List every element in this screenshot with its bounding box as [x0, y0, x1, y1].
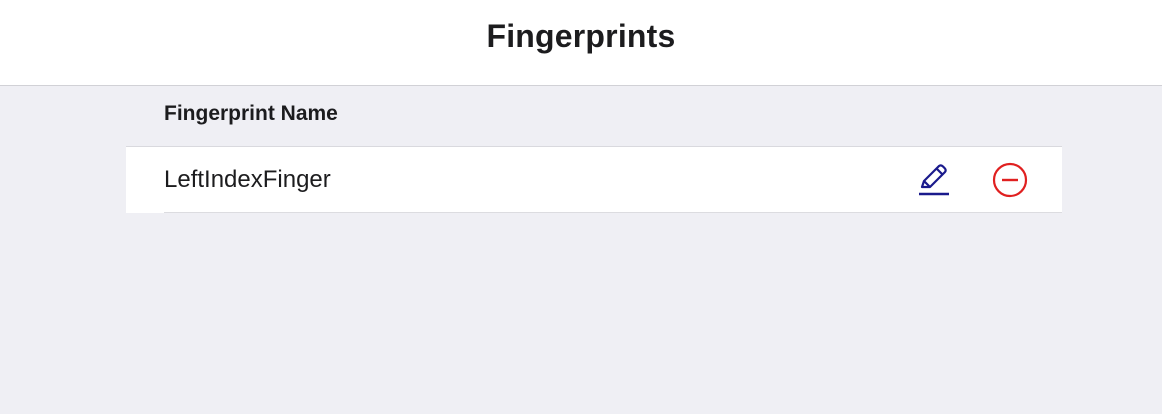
section-header: Fingerprint Name — [164, 102, 338, 125]
content-area — [0, 86, 1162, 414]
delete-button[interactable] — [990, 160, 1030, 200]
page-title: Fingerprints — [486, 18, 676, 54]
fingerprint-name: LeftIndexFinger — [164, 166, 331, 193]
minus-circle-icon — [992, 162, 1028, 198]
navigation-bar: Fingerprints — [0, 0, 1162, 86]
pencil-icon — [919, 164, 949, 196]
edit-button[interactable] — [914, 160, 954, 200]
row-divider — [164, 212, 1062, 213]
fingerprint-list: LeftIndexFinger — [126, 146, 1062, 213]
list-item: LeftIndexFinger — [126, 147, 1062, 213]
